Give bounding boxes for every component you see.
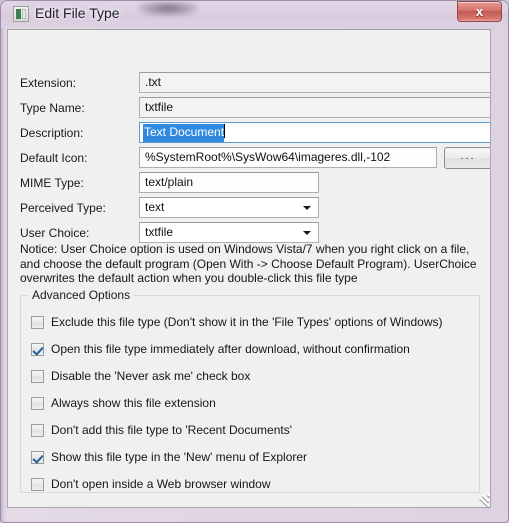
blurred-title-region [138,2,198,16]
close-icon: x [475,4,484,19]
checkbox-label-no-recent-documents: Don't add this file type to 'Recent Docu… [51,423,292,437]
user-choice-combobox[interactable]: txtfile [139,222,319,243]
checkbox-label-open-immediately: Open this file type immediately after do… [51,342,410,356]
checkbox-row-exclude[interactable]: Exclude this file type (Don't show it in… [31,314,443,330]
close-button[interactable]: x [457,1,502,22]
resize-grip[interactable] [478,493,492,508]
checkbox-no-recent-documents[interactable] [31,423,44,437]
title-bar[interactable]: Edit File Type x [0,0,509,28]
extension-input[interactable]: .txt [139,72,490,93]
checkbox-row-always-show-extension[interactable]: Always show this file extension [31,395,216,411]
checkbox-label-no-web-browser: Don't open inside a Web browser window [51,477,271,491]
dialog-window: Edit File Type x Extension: Type Name: D… [0,0,509,523]
checkbox-row-no-recent-documents[interactable]: Don't add this file type to 'Recent Docu… [31,422,292,438]
label-mime-type: MIME Type: [20,176,84,190]
text-caret [224,124,226,138]
label-type-name: Type Name: [20,101,85,115]
file-type-icon [13,6,29,22]
checkbox-label-show-in-new-menu: Show this file type in the 'New' menu of… [51,450,308,464]
type-name-input[interactable]: txtfile [139,97,490,118]
window-title: Edit File Type [35,5,120,21]
user-choice-value: txtfile [145,225,174,239]
file-type-icon-green-bar [16,9,21,19]
chevron-down-icon [303,231,311,235]
mime-type-input[interactable]: text/plain [139,172,319,193]
label-description: Description: [20,126,84,140]
checkbox-no-web-browser[interactable] [31,477,44,491]
checkbox-row-no-web-browser[interactable]: Don't open inside a Web browser window [31,476,271,492]
checkbox-show-in-new-menu[interactable] [31,450,44,464]
notice-text: Notice: User Choice option is used on Wi… [20,242,477,285]
label-user-choice: User Choice: [20,226,90,240]
checkbox-row-show-in-new-menu[interactable]: Show this file type in the 'New' menu of… [31,449,307,465]
checkbox-exclude[interactable] [31,315,44,329]
checkbox-label-always-show-extension: Always show this file extension [51,396,216,410]
perceived-type-combobox[interactable]: text [139,197,319,218]
file-type-icon-white-bar [22,9,26,19]
default-icon-input[interactable]: %SystemRoot%\SysWow64\imageres.dll,-102 [139,147,437,168]
label-default-icon: Default Icon: [20,151,88,165]
checkbox-disable-never-ask[interactable] [31,369,44,383]
checkbox-label-disable-never-ask: Disable the 'Never ask me' check box [51,369,251,383]
description-selected-text: Text Document [143,124,225,142]
checkbox-always-show-extension[interactable] [31,396,44,410]
browse-button[interactable]: ... [444,147,490,169]
label-extension: Extension: [20,76,77,90]
label-perceived-type: Perceived Type: [20,201,106,215]
checkbox-label-exclude: Exclude this file type (Don't show it in… [51,315,443,329]
checkbox-row-open-immediately[interactable]: Open this file type immediately after do… [31,341,410,357]
checkbox-row-disable-never-ask[interactable]: Disable the 'Never ask me' check box [31,368,250,384]
checkbox-open-immediately[interactable] [31,342,44,356]
chevron-down-icon [303,206,311,210]
perceived-type-value: text [145,200,165,214]
dialog-client-area: Extension: Type Name: Description: Defau… [7,29,491,508]
description-input[interactable]: Text Document [139,122,490,143]
advanced-options-legend: Advanced Options [28,288,135,302]
